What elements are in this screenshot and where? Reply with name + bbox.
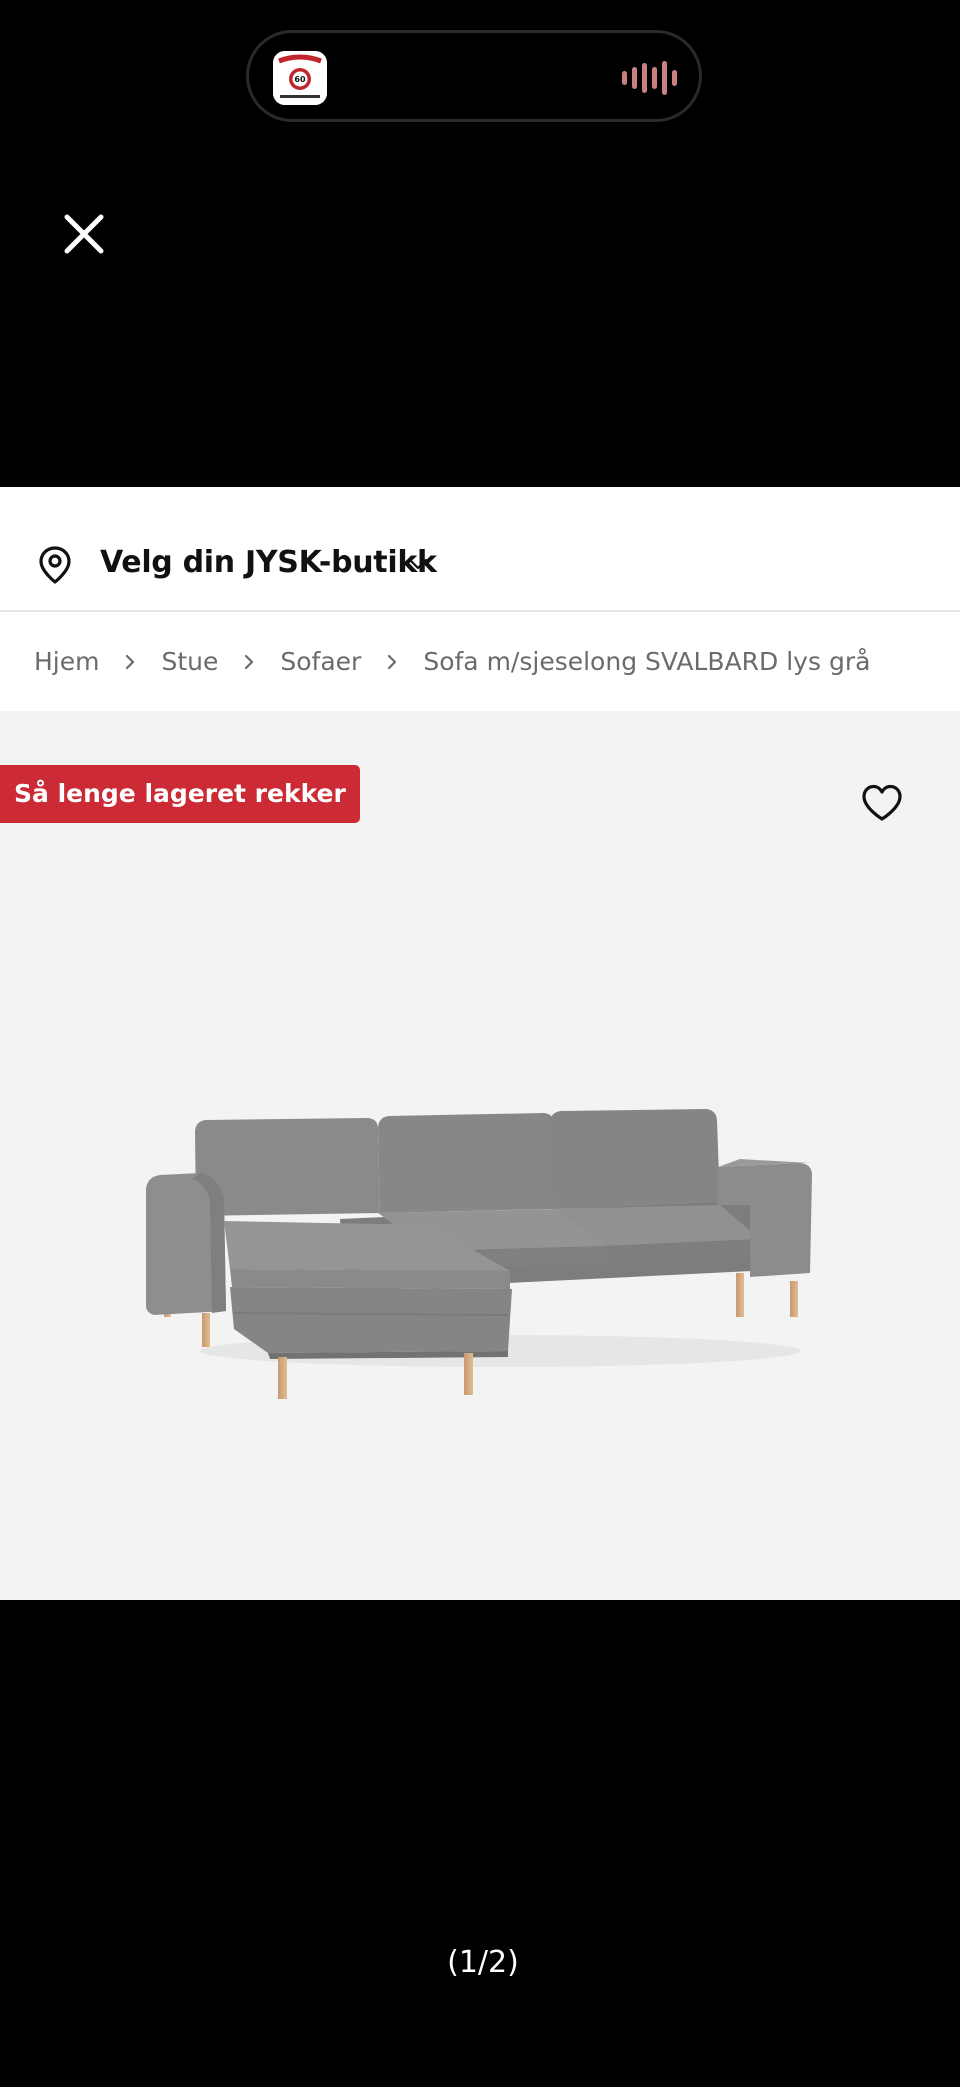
store-selector-label: Velg din JYSK-butikk xyxy=(100,545,437,580)
product-page-screenshot: Velg din JYSK-butikk Hjem Stue Sofaer So… xyxy=(0,487,960,1600)
chevron-down-icon xyxy=(408,558,428,570)
grey-sofa-with-chaise-longue-image xyxy=(146,1109,812,1399)
image-counter: (1/2) xyxy=(447,1945,519,1980)
chevron-right-icon xyxy=(126,654,135,669)
close-icon xyxy=(64,214,104,254)
close-button[interactable] xyxy=(58,208,110,260)
breadcrumb-item-sofaer[interactable]: Sofaer xyxy=(280,647,361,676)
heart-icon xyxy=(862,784,902,821)
sale-badge: Så lenge lageret rekker xyxy=(0,765,360,823)
image-viewer-screen: 60 Velg din JYSK-butikk Hjem Stue Sofaer… xyxy=(0,0,960,2087)
red-white-badge-app-icon[interactable]: 60 xyxy=(273,51,327,105)
breadcrumb-item-stue[interactable]: Stue xyxy=(161,647,218,676)
breadcrumb-item-current-product: Sofa m/sjeselong SVALBARD lys grå xyxy=(423,647,871,676)
audio-waveform-icon xyxy=(622,61,677,95)
app-icon-number: 60 xyxy=(294,75,306,84)
breadcrumb-item-hjem[interactable]: Hjem xyxy=(34,647,99,676)
location-pin-icon xyxy=(39,546,71,584)
favorite-button[interactable] xyxy=(860,783,904,823)
chevron-right-icon xyxy=(388,654,397,669)
chevron-right-icon xyxy=(245,654,254,669)
store-selector[interactable]: Velg din JYSK-butikk xyxy=(0,487,960,612)
product-image-area: Så lenge lageret rekker xyxy=(0,711,960,1600)
breadcrumb: Hjem Stue Sofaer Sofa m/sjeselong SVALBA… xyxy=(0,612,960,711)
dynamic-island: 60 xyxy=(246,30,702,122)
